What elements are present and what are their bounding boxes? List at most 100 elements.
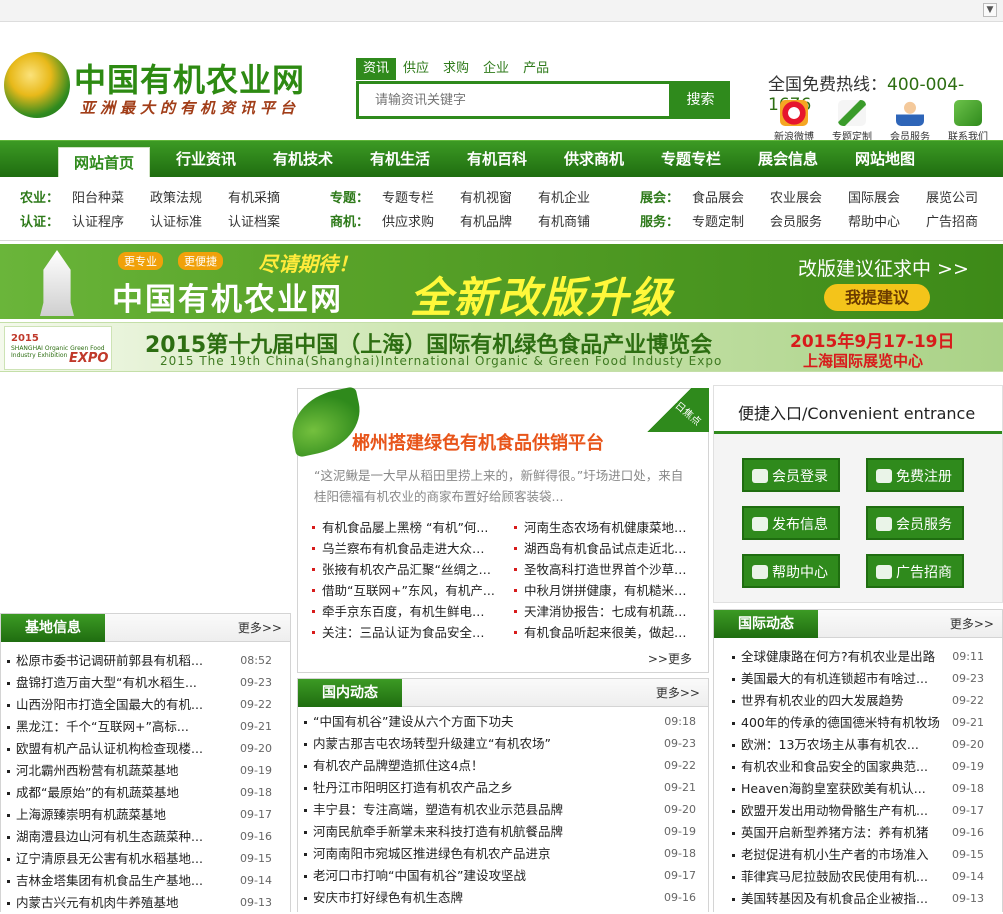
subnav-link[interactable]: 阳台种菜 [72,187,124,206]
contact-link[interactable]: 联系我们 [944,100,992,143]
member-service-button[interactable]: 会员服务 [866,506,964,540]
list-item[interactable]: 英国开启新型养猪方法：养有机猪 09-16 [726,822,984,844]
list-item[interactable]: 欧盟有机产品认证机构检查现楼... 09-20 [1,738,272,760]
search-tab-supply[interactable]: 供应 [396,58,436,80]
subnav-link[interactable]: 会员服务 [770,211,822,230]
subnav-link[interactable]: 展览公司 [926,187,978,206]
subnav-link[interactable]: 认证档案 [228,211,280,230]
member-service-link[interactable]: 会员服务 [886,100,934,143]
list-item[interactable]: 欧洲：13万农场主从事有机农... 09-20 [726,734,984,756]
subnav-link[interactable]: 国际展会 [848,187,900,206]
suggest-button[interactable]: 我提建议 [824,284,930,311]
search-button[interactable]: 搜索 [674,84,727,116]
list-item[interactable]: 吉林金塔集团有机食品生产基地... 09-14 [1,870,272,892]
list-item[interactable]: 老河口市打响“中国有机谷”建设攻坚战 09-17 [298,865,696,887]
ad-recruit-button[interactable]: 广告招商 [866,554,964,588]
list-item[interactable]: 安庆市打好绿色有机生态牌 09-16 [298,887,696,909]
list-item[interactable]: 世界有机农业的四大发展趋势 09-22 [726,690,984,712]
subnav-link[interactable]: 有机企业 [538,187,590,206]
list-item[interactable]: 有机农业和食品安全的国家典范... 09-19 [726,756,984,778]
featured-more-link[interactable]: >>更多 [648,650,692,667]
expo-banner[interactable]: 2015 SHANGHAI Organic Green Food Industr… [0,322,1003,372]
list-item[interactable]: 老挝促进有机小生产者的市场准入 09-15 [726,844,984,866]
list-item[interactable]: 天津消协报告：七成有机蔬菜样 [512,601,698,622]
scroll-down-icon[interactable]: ▼ [983,3,997,17]
search-tab-product[interactable]: 产品 [516,58,556,80]
list-item[interactable]: 牵手京东百度，有机生鲜电商论... [310,601,496,622]
list-item[interactable]: 菲律宾马尼拉鼓励农民使用有机... 09-14 [726,866,984,888]
list-item[interactable]: 借助“互联网+”东风，有机产... [310,580,496,601]
list-item[interactable]: 松原市委书记调研前郭县有机稻... 08:52 [1,650,272,672]
subnav-link[interactable]: 有机商铺 [538,211,590,230]
list-item[interactable]: 牡丹江市阳明区打造有机农产品之乡 09-21 [298,777,696,799]
custom-topic-link[interactable]: 专题定制 [828,100,876,143]
nav-industry-news[interactable]: 行业资讯 [160,141,252,178]
subnav-link[interactable]: 有机品牌 [460,211,512,230]
list-item[interactable]: 张掖有机农产品汇聚“丝绸之路... [310,559,496,580]
list-item[interactable]: 有机食品屡上黑榜 “有机”何... [310,517,496,538]
nav-sitemap[interactable]: 网站地图 [839,141,931,178]
site-title[interactable]: 中国有机农业网 [74,55,305,101]
search-input[interactable] [359,84,669,116]
nav-organic-wiki[interactable]: 有机百科 [451,141,543,178]
list-item[interactable]: 成都“最原始”的有机蔬菜基地 09-18 [1,782,272,804]
subnav-link[interactable]: 认证标准 [150,211,202,230]
subnav-link[interactable]: 食品展会 [692,187,744,206]
subnav-link[interactable]: 专题定制 [692,211,744,230]
list-item[interactable]: Heaven海韵皇室获欧美有机认... 09-18 [726,778,984,800]
list-item[interactable]: 美国最大的有机连锁超市有啥过... 09-23 [726,668,984,690]
list-item[interactable]: 圣牧高科打造世界首个沙草有机 [512,559,698,580]
subnav-link[interactable]: 认证程序 [72,211,124,230]
list-item[interactable]: 有机食品听起来很美，做起来很 [512,622,698,643]
list-item[interactable]: 盘锦打造万亩大型“有机水稻生... 09-23 [1,672,272,694]
list-item[interactable]: 河南生态农场有机健康菜地免费 [512,517,698,538]
featured-headline[interactable]: 郴州搭建绿色有机食品供销平台 [352,429,604,455]
subnav-link[interactable]: 农业展会 [770,187,822,206]
list-item[interactable]: 有机农产品牌塑造抓住这4点！ 09-22 [298,755,696,777]
list-item[interactable]: 河南民航牵手新掌未来科技打造有机航餐品牌 09-19 [298,821,696,843]
subnav-link[interactable]: 有机采摘 [228,187,280,206]
site-logo-icon[interactable] [4,52,70,118]
nav-organic-tech[interactable]: 有机技术 [257,141,349,178]
redesign-banner[interactable]: 更专业 更便捷 尽请期待！ 中国有机农业网 全新改版升级 改版建议征求中 >> … [0,244,1003,319]
publish-info-button[interactable]: 发布信息 [742,506,840,540]
list-item[interactable]: 辽宁清原县无公害有机水稻基地... 09-15 [1,848,272,870]
free-register-button[interactable]: 免费注册 [866,458,964,492]
list-item[interactable]: 全球健康路在何方?有机农业是出路 09:11 [726,646,984,668]
subnav-link[interactable]: 有机视窗 [460,187,512,206]
domestic-more-link[interactable]: 更多>> [656,679,700,707]
list-item[interactable]: 黑龙江：千个“互联网+”高标... 09-21 [1,716,272,738]
list-item[interactable]: 内蒙古那吉屯农场转型升级建立“有机农场” 09-23 [298,733,696,755]
list-item[interactable]: 湖南澧县边山河有机生态蔬菜种... 09-16 [1,826,272,848]
nav-organic-life[interactable]: 有机生活 [354,141,446,178]
list-item[interactable]: 山西汾阳市打造全国最大的有机... 09-22 [1,694,272,716]
list-item[interactable]: 河南南阳市宛城区推进绿色有机农产品进京 09-18 [298,843,696,865]
subnav-link[interactable]: 帮助中心 [848,211,900,230]
international-more-link[interactable]: 更多>> [950,610,994,638]
nav-business[interactable]: 供求商机 [548,141,640,178]
list-item[interactable]: 关注：三品认证为食品安全保驾... [310,622,496,643]
list-item[interactable]: 400年的传承的德国德米特有机牧场 09-21 [726,712,984,734]
subnav-link[interactable]: 政策法规 [150,187,202,206]
subnav-link[interactable]: 广告招商 [926,211,978,230]
list-item[interactable]: 中秋月饼拼健康，有机糙米做饼 [512,580,698,601]
list-item[interactable]: 美国转基因及有机食品企业被指... 09-13 [726,888,984,910]
help-center-button[interactable]: 帮助中心 [742,554,840,588]
subnav-link[interactable]: 供应求购 [382,211,434,230]
nav-topics[interactable]: 专题专栏 [645,141,737,178]
nav-home[interactable]: 网站首页 [58,147,150,178]
list-item[interactable]: 河北霸州西粉营有机蔬菜基地 09-19 [1,760,272,782]
search-tab-news[interactable]: 资讯 [356,58,397,80]
list-item[interactable]: “中国有机谷”建设从六个方面下功夫 09:18 [298,711,696,733]
member-login-button[interactable]: 会员登录 [742,458,840,492]
list-item[interactable]: 欧盟开发出用动物骨骼生产有机... 09-17 [726,800,984,822]
list-item[interactable]: 上海源臻崇明有机蔬菜基地 09-17 [1,804,272,826]
list-item[interactable]: 乌兰察布有机食品走进大众市民... [310,538,496,559]
search-tab-purchase[interactable]: 求购 [436,58,476,80]
list-item[interactable]: 湖西岛有机食品试点走近北京5. [512,538,698,559]
weibo-link[interactable]: 新浪微博 [770,100,818,143]
list-item[interactable]: 内蒙古兴元有机肉牛养殖基地 09-13 [1,892,272,914]
search-tab-company[interactable]: 企业 [476,58,516,80]
list-item[interactable]: 丰宁县：专注高端，塑造有机农业示范县品牌 09-20 [298,799,696,821]
nav-exhibitions[interactable]: 展会信息 [742,141,834,178]
